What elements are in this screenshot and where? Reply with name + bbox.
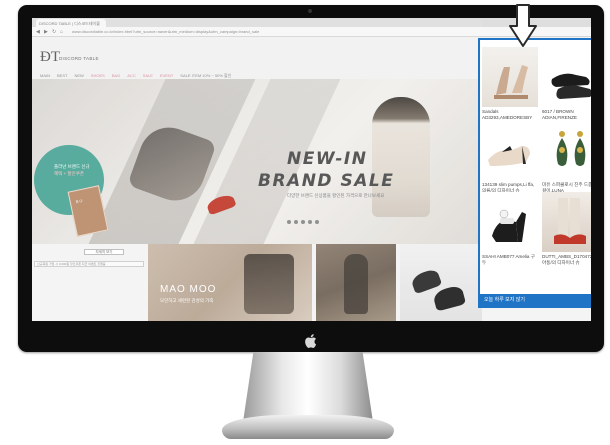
popup-bottom-bar: 오늘 하루 보지 않기 × [480,294,591,306]
page-dim-overlay [32,18,482,321]
down-arrow-icon [509,4,537,47]
product-card[interactable]: SSAHI AMB077 Amelia 구두 [482,192,538,266]
screen: DISCORD TABLE | 디스코드테이블 ◀ ▶ ↻ ⌂ www.disc… [32,18,591,321]
camera [308,9,312,13]
product-card[interactable]: Sandals AD3293,AMEDORESBY [482,47,538,121]
product-image [482,192,538,252]
monitor-bezel: DISCORD TABLE | 디스코드테이블 ◀ ▶ ↻ ⌂ www.disc… [18,5,604,352]
monitor-stand-base [222,415,394,439]
dont-show-today-checkbox[interactable]: 오늘 하루 보지 않기 [484,296,525,303]
product-label: DUTTI_AMBS_D170472 유아동/의 디자이너 슈 [542,254,591,265]
product-image [542,47,591,107]
monitor-stand-neck [243,352,373,422]
product-image [542,192,591,252]
product-card[interactable]: 6017 / BROWN ADIAN,FIRENZE [542,47,591,121]
product-card[interactable]: 134139 slim pumps,Li ffa,의류/의 디자이너 슈 [482,120,538,194]
product-label: SSAHI AMB077 Amelia 구두 [482,254,535,265]
product-card[interactable]: 미유 스파클로시 진주 드롭 귀걸이,LUNA [542,120,591,194]
product-card[interactable]: DUTTI_AMBS_D170472 유아동/의 디자이너 슈 [542,192,591,266]
product-image [482,120,538,180]
product-image [542,120,591,180]
stage: DISCORD TABLE | 디스코드테이블 ◀ ▶ ↻ ⌂ www.disc… [0,0,610,445]
apple-logo-icon [305,334,317,348]
product-image [482,47,538,107]
recommendation-popup: × Sandals AD3293,AMEDORESBY [478,38,591,308]
